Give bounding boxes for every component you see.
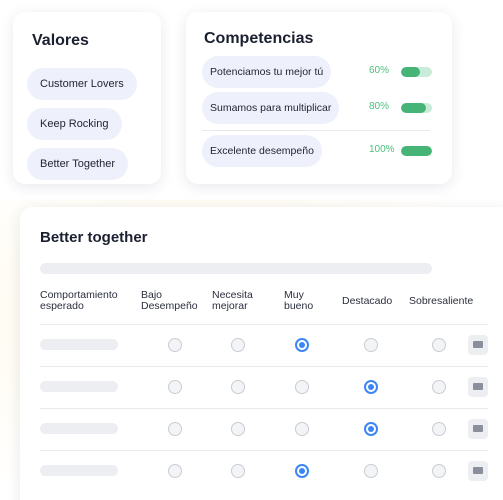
competencia-row[interactable]: Potenciamos tu mejor tú 60% [202,56,440,88]
rating-radio[interactable] [168,380,182,394]
competencia-percent: 100% [369,144,395,155]
competencias-card: Competencias Potenciamos tu mejor tú 60%… [186,12,452,184]
valor-pill-customer-lovers[interactable]: Customer Lovers [27,68,137,100]
competencia-row[interactable]: Sumamos para multiplicar 80% [202,92,440,124]
rating-radio[interactable] [432,422,446,436]
column-header-sobresaliente: Sobresaliente [409,295,474,307]
column-header-bajo-desempeno: Bajo Desempeño [141,289,198,312]
competencia-progress-fill [401,146,432,156]
valor-pill-better-together[interactable]: Better Together [27,148,129,180]
competencia-progress-fill [401,67,420,77]
behavior-placeholder [40,339,118,350]
behavior-placeholder [40,381,118,392]
comment-icon[interactable] [468,419,488,439]
column-header-comportamiento: Comportamiento esperado [40,289,118,312]
rating-radio[interactable] [364,338,378,352]
valor-pill-keep-rocking[interactable]: Keep Rocking [27,108,122,140]
competencia-progress-bar [401,146,432,156]
valores-card: Valores Customer Lovers Keep Rocking Bet… [13,12,161,184]
competencia-label: Sumamos para multiplicar [202,92,340,124]
competencias-title: Competencias [204,30,314,47]
rating-radio[interactable] [295,380,309,394]
description-placeholder [40,263,432,274]
row-divider [40,324,488,325]
rating-radio[interactable] [295,422,309,436]
column-header-muy-bueno: Muy bueno [284,289,314,312]
competencia-progress-bar [401,67,432,77]
column-header-destacado: Destacado [342,295,393,307]
behavior-placeholder [40,465,118,476]
competencia-progress-fill [401,103,426,113]
rating-radio[interactable] [231,380,245,394]
evaluation-title: Better together [40,229,148,246]
rating-radio[interactable] [432,464,446,478]
competencia-row[interactable]: Excelente desempeño 100% [202,135,440,167]
comment-icon[interactable] [468,461,488,481]
competencia-label: Potenciamos tu mejor tú [202,56,332,88]
competencia-percent: 60% [369,65,390,76]
rating-radio[interactable] [295,464,309,478]
column-header-necesita-mejorar: Necesita mejorar [212,289,253,312]
rating-radio[interactable] [231,464,245,478]
comment-icon[interactable] [468,335,488,355]
competencias-divider [202,130,430,131]
behavior-placeholder [40,423,118,434]
evaluation-card: Better together Comportamiento esperado B… [20,207,503,500]
rating-radio[interactable] [168,422,182,436]
rating-radio[interactable] [168,338,182,352]
rating-radio[interactable] [295,338,309,352]
rating-radio[interactable] [364,422,378,436]
row-divider [40,450,488,451]
comment-icon[interactable] [468,377,488,397]
rating-radio[interactable] [231,422,245,436]
competencia-label: Excelente desempeño [202,135,322,167]
rating-radio[interactable] [364,464,378,478]
valores-title: Valores [32,32,89,49]
rating-radio[interactable] [231,338,245,352]
rating-radio[interactable] [364,380,378,394]
rating-radio[interactable] [168,464,182,478]
competencia-percent: 80% [369,101,390,112]
rating-radio[interactable] [432,380,446,394]
row-divider [40,366,488,367]
row-divider [40,408,488,409]
rating-radio[interactable] [432,338,446,352]
competencia-progress-bar [401,103,432,113]
